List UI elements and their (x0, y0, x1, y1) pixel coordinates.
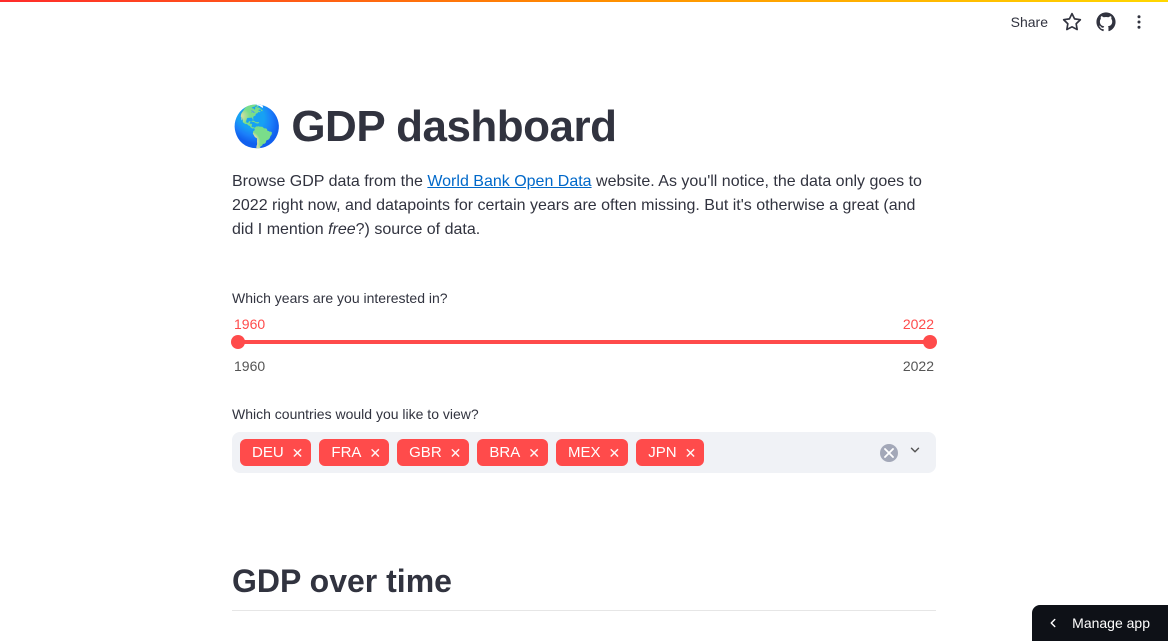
manage-app-label: Manage app (1072, 615, 1150, 631)
star-icon[interactable] (1062, 12, 1082, 32)
slider-track[interactable] (232, 334, 936, 350)
globe-emoji: 🌎 (232, 107, 281, 147)
clear-all-icon[interactable] (880, 444, 898, 462)
remove-tag-icon[interactable]: ✕ (292, 446, 304, 460)
slider-bound-min: 1960 (234, 358, 265, 374)
intro-text-a: Browse GDP data from the (232, 173, 427, 190)
countries-label: Which countries would you like to view? (232, 406, 936, 422)
slider-bounds: 1960 2022 (232, 358, 936, 374)
remove-tag-icon[interactable]: ✕ (608, 446, 620, 460)
slider-thumb-left[interactable] (231, 335, 245, 349)
slider-value-max: 2022 (903, 316, 934, 332)
country-tag-label: JPN (648, 444, 676, 461)
multiselect-actions (880, 443, 928, 462)
country-tag: FRA ✕ (319, 439, 389, 466)
countries-multiselect[interactable]: DEU ✕ FRA ✕ GBR ✕ BRA ✕ MEX ✕ JPN ✕ (232, 432, 936, 473)
remove-tag-icon[interactable]: ✕ (369, 446, 381, 460)
manage-app-button[interactable]: Manage app (1032, 605, 1168, 641)
year-slider-label: Which years are you interested in? (232, 290, 936, 306)
remove-tag-icon[interactable]: ✕ (528, 446, 540, 460)
app-toolbar: Share (1011, 12, 1148, 32)
country-tag: MEX ✕ (556, 439, 628, 466)
intro-text-c: ?) source of data. (356, 221, 481, 238)
country-tag: JPN ✕ (636, 439, 704, 466)
github-icon[interactable] (1096, 12, 1116, 32)
country-tag-label: MEX (568, 444, 601, 461)
country-tag-label: BRA (489, 444, 520, 461)
intro-emphasis: free (328, 221, 356, 238)
page-title: 🌎 GDP dashboard (232, 102, 936, 152)
slider-thumb-right[interactable] (923, 335, 937, 349)
remove-tag-icon[interactable]: ✕ (450, 446, 462, 460)
section-gdp-over-time: GDP over time (232, 563, 936, 611)
year-slider: Which years are you interested in? 1960 … (232, 290, 936, 374)
slider-bound-max: 2022 (903, 358, 934, 374)
country-tag: GBR ✕ (397, 439, 469, 466)
country-tag: DEU ✕ (240, 439, 311, 466)
page-title-text: GDP dashboard (291, 102, 616, 152)
slider-value-min: 1960 (234, 316, 265, 332)
chevron-left-icon (1046, 616, 1060, 630)
chevron-down-icon[interactable] (908, 443, 922, 462)
country-tag-label: GBR (409, 444, 442, 461)
intro-paragraph: Browse GDP data from the World Bank Open… (232, 170, 936, 242)
kebab-menu-icon[interactable] (1130, 13, 1148, 31)
main-content: 🌎 GDP dashboard Browse GDP data from the… (232, 2, 936, 611)
remove-tag-icon[interactable]: ✕ (685, 446, 697, 460)
share-button[interactable]: Share (1011, 14, 1048, 30)
slider-selected-values: 1960 2022 (232, 316, 936, 332)
country-tag-label: FRA (331, 444, 361, 461)
country-tag: BRA ✕ (477, 439, 548, 466)
slider-track-line (238, 340, 930, 344)
country-tag-label: DEU (252, 444, 284, 461)
world-bank-link[interactable]: World Bank Open Data (427, 173, 591, 190)
